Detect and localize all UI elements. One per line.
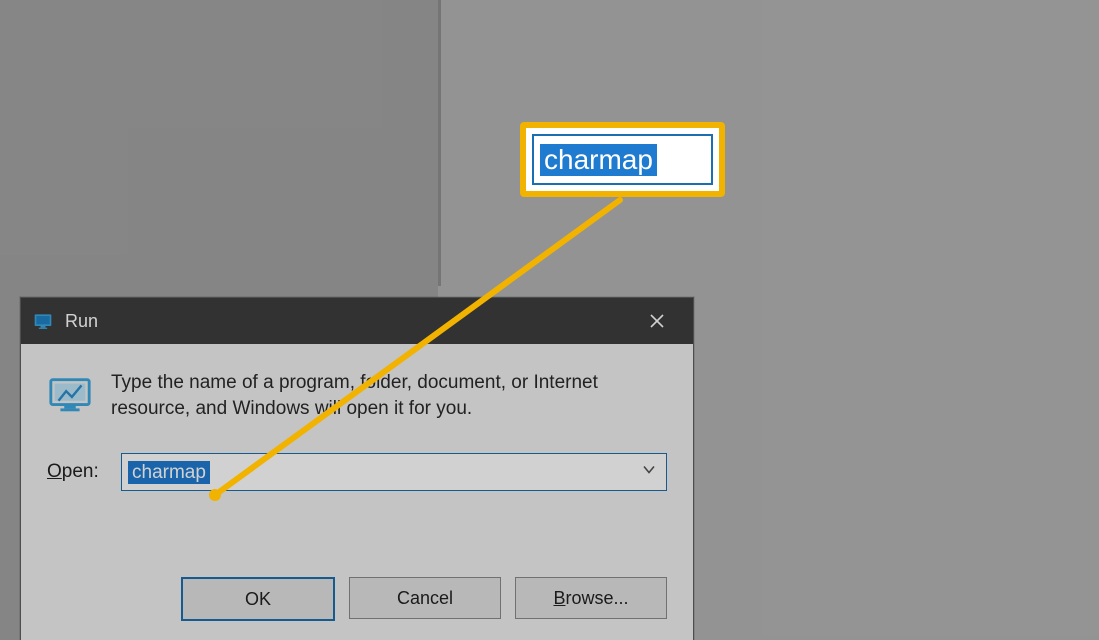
run-dialog-title: Run xyxy=(65,311,627,332)
run-prompt-text: Type the name of a program, folder, docu… xyxy=(111,370,667,421)
run-dialog: Run Type the name of a program, folder, … xyxy=(20,297,694,640)
open-label: Open: xyxy=(47,461,107,483)
open-combobox[interactable]: charmap xyxy=(121,453,667,491)
cancel-button[interactable]: Cancel xyxy=(349,577,501,619)
ok-button-label: OK xyxy=(245,589,271,610)
open-row: Open: charmap xyxy=(47,453,667,491)
browse-button-label: Browse... xyxy=(553,588,628,609)
cancel-button-label: Cancel xyxy=(397,588,453,609)
run-dialog-titlebar[interactable]: Run xyxy=(21,298,693,344)
run-prompt-icon xyxy=(47,372,93,418)
run-prompt-row: Type the name of a program, folder, docu… xyxy=(47,370,667,421)
browse-button[interactable]: Browse... xyxy=(515,577,667,619)
chevron-down-icon[interactable] xyxy=(642,463,656,482)
close-button[interactable] xyxy=(627,298,687,344)
ok-button[interactable]: OK xyxy=(181,577,335,621)
callout-text: charmap xyxy=(540,144,657,176)
run-dialog-body: Type the name of a program, folder, docu… xyxy=(21,344,693,640)
callout-inner-field: charmap xyxy=(532,134,713,185)
callout-zoom-box: charmap xyxy=(520,122,725,197)
run-button-row: OK Cancel Browse... xyxy=(181,577,667,621)
run-dialog-icon xyxy=(31,309,55,333)
close-icon xyxy=(649,313,665,329)
background-divider xyxy=(438,0,441,286)
open-combobox-value: charmap xyxy=(128,461,210,484)
